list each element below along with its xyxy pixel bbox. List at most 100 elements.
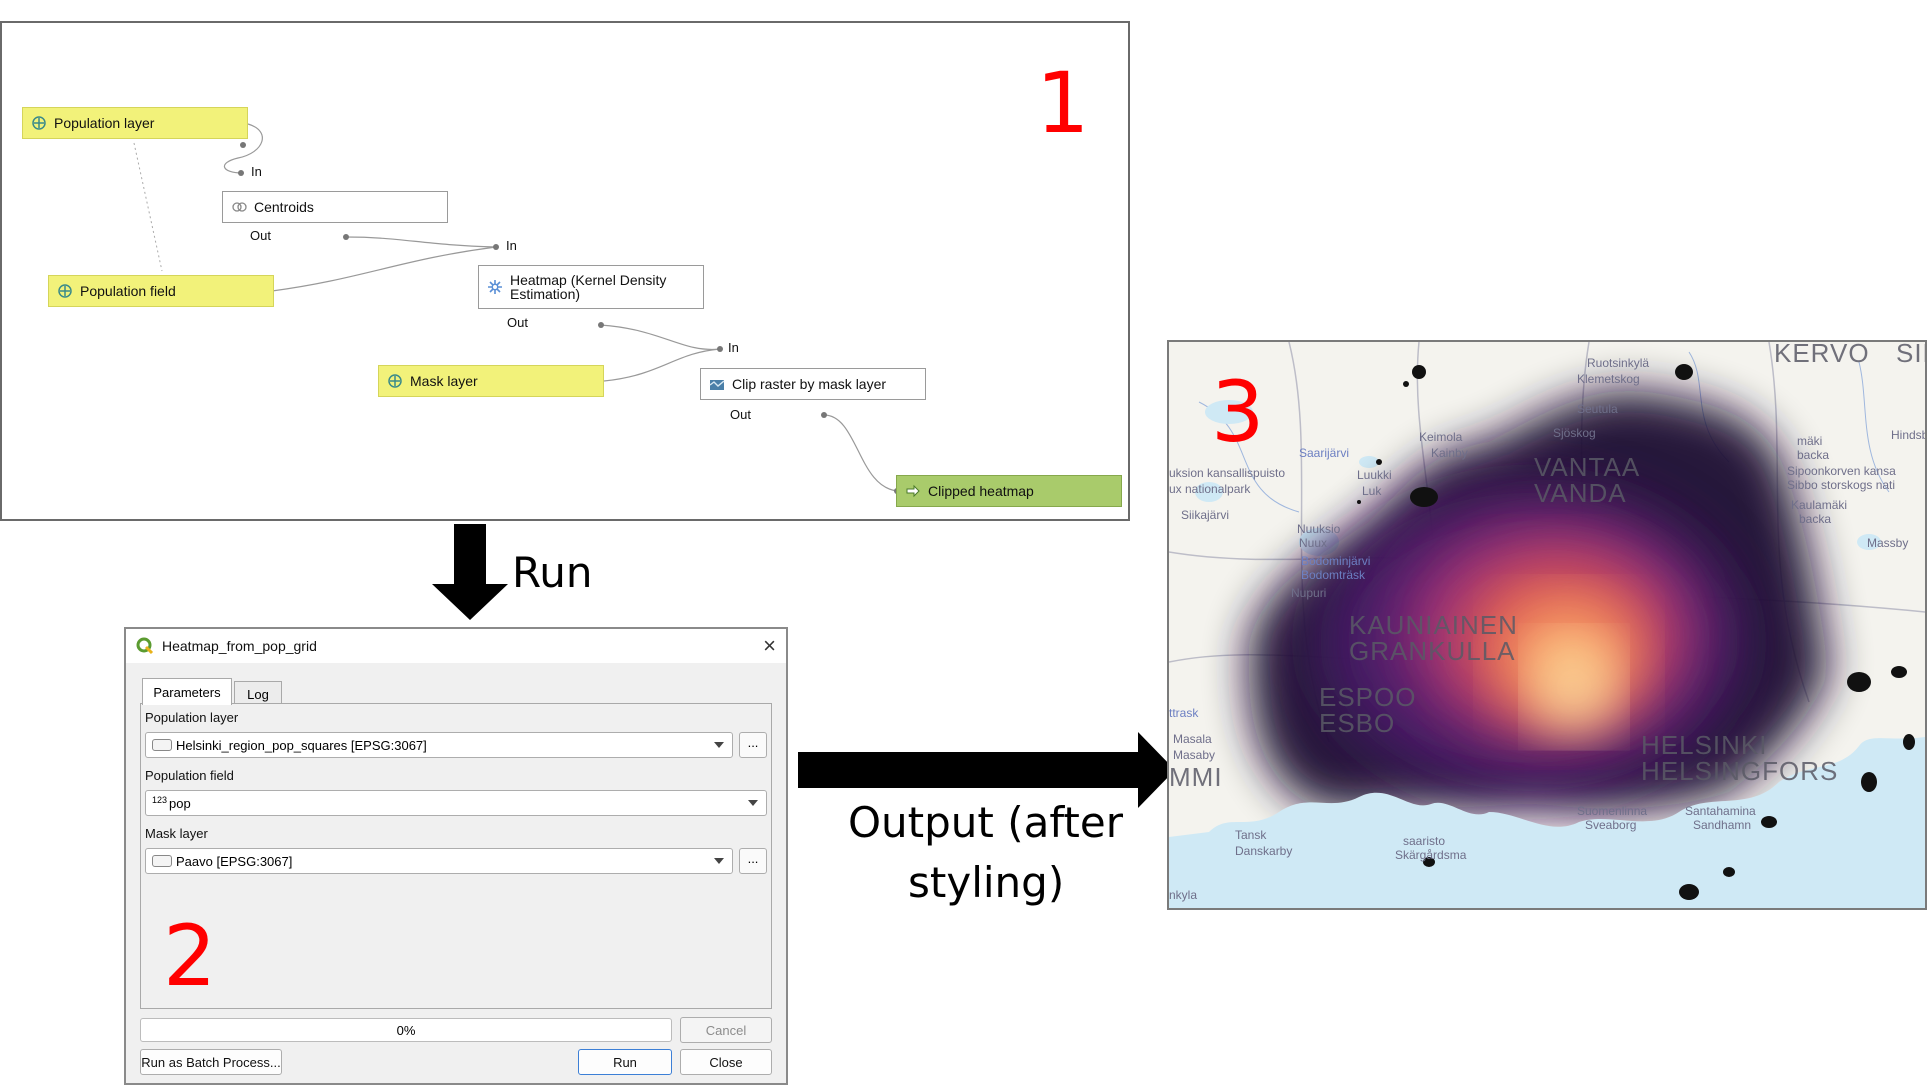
population-layer-combo[interactable]: Helsinki_region_pop_squares [EPSG:3067] [145, 732, 733, 758]
node-label: Mask layer [410, 373, 478, 389]
node-label: Clip raster by mask layer [732, 376, 887, 392]
heatmap-in-port: In [506, 238, 517, 253]
map-label: SIP [1896, 340, 1925, 368]
map-label: Seutula [1577, 402, 1618, 416]
map-label: Massby [1867, 536, 1909, 550]
map-label: Saarijärvi [1299, 446, 1350, 460]
panel-number: 2 [163, 907, 217, 1005]
map-label: VANDA [1534, 478, 1627, 508]
map-label: ttrask [1169, 706, 1199, 720]
browse-button[interactable]: ... [739, 848, 767, 874]
map-label: Hindsby [1891, 428, 1925, 442]
browse-button[interactable]: ... [739, 732, 767, 758]
population-field-combo[interactable]: 123 pop [145, 790, 767, 816]
processing-dialog: Heatmap_from_pop_grid × Parameters Log P… [124, 627, 788, 1085]
model-designer-panel: Population layer In Centroids Out Popula… [0, 21, 1130, 521]
cancel-button[interactable]: Cancel [680, 1017, 772, 1043]
centroids-out-port: Out [250, 228, 271, 243]
combo-value: Paavo [EPSG:3067] [176, 853, 293, 869]
map-label: Ruotsinkylä [1587, 356, 1650, 370]
map-label: nkyla [1169, 888, 1198, 902]
map-label: Masala [1173, 732, 1212, 746]
heatmap-out-port: Out [507, 315, 528, 330]
population-field-node[interactable]: Population field [48, 275, 274, 307]
map-label: uksion kansallispuisto [1169, 466, 1286, 480]
map-label: Siikajärvi [1181, 508, 1230, 522]
output-arrow-icon [905, 483, 921, 499]
heatmap-node[interactable]: Heatmap (Kernel Density Estimation) [478, 265, 704, 309]
polygon-layer-icon [152, 739, 172, 751]
heatmap-map: KERVO SIP Ruotsinkylä Klemetskog Seutula… [1167, 340, 1927, 910]
panel-number: 3 [1211, 363, 1265, 461]
input-parameter-icon [57, 283, 73, 299]
centroids-icon [231, 199, 247, 215]
map-label: saaristo [1403, 834, 1446, 848]
map-label: MMI [1169, 762, 1223, 792]
map-label: Sjöskog [1553, 426, 1596, 440]
combo-value: pop [169, 795, 191, 811]
qgis-logo-icon [136, 637, 154, 655]
map-label: Klemetskog [1577, 372, 1640, 386]
port-dot [240, 142, 246, 148]
map-label: Sandhamn [1693, 818, 1752, 832]
map-label: Sipoonkorven kansa [1787, 464, 1896, 478]
clip-out-port: Out [730, 407, 751, 422]
centroids-in-port: In [251, 164, 262, 179]
map-label: Santahamina [1685, 804, 1756, 818]
clipped-heatmap-node[interactable]: Clipped heatmap [896, 475, 1122, 507]
parameters-pane: Population layer Helsinki_region_pop_squ… [140, 703, 772, 1009]
run-button[interactable]: Run [578, 1049, 672, 1075]
mask-layer-node[interactable]: Mask layer [378, 365, 604, 397]
output-label-line1: Output (after [848, 798, 1123, 847]
map-canvas [1169, 342, 1925, 908]
map-label: Nuuksio [1297, 522, 1341, 536]
clip-raster-node[interactable]: Clip raster by mask layer [700, 368, 926, 400]
map-label: Luk [1362, 484, 1382, 498]
port-dot [717, 346, 723, 352]
map-label: Danskarby [1235, 844, 1293, 858]
chevron-down-icon [714, 858, 724, 864]
dialog-title-bar: Heatmap_from_pop_grid × [126, 629, 786, 663]
map-label: backa [1797, 448, 1830, 462]
dialog-title: Heatmap_from_pop_grid [162, 638, 317, 654]
chevron-down-icon [714, 742, 724, 748]
panel-number: 1 [1036, 54, 1090, 152]
map-label: Sveaborg [1585, 818, 1637, 832]
clip-raster-icon [709, 376, 725, 392]
input-parameter-icon [387, 373, 403, 389]
map-label: ESBO [1319, 708, 1396, 738]
tab-parameters[interactable]: Parameters [142, 678, 232, 705]
map-label: Skärgårdsma [1395, 848, 1467, 862]
map-label: Luukki [1357, 468, 1392, 482]
population-layer-node[interactable]: Population layer [22, 107, 248, 139]
close-icon[interactable]: × [763, 633, 776, 659]
map-label: mäki [1797, 434, 1823, 448]
map-label: Nupuri [1291, 586, 1327, 600]
input-parameter-icon [31, 115, 47, 131]
progress-bar: 0% [140, 1018, 672, 1042]
map-label: Sibbo storskogs nati [1787, 478, 1896, 492]
mask-layer-label: Mask layer [145, 826, 208, 841]
polygon-layer-icon [152, 855, 172, 867]
centroids-node[interactable]: Centroids [222, 191, 448, 223]
node-label: Centroids [254, 199, 314, 215]
node-label: Heatmap (Kernel Density Estimation) [510, 272, 667, 302]
mask-layer-combo[interactable]: Paavo [EPSG:3067] [145, 848, 733, 874]
map-label: Bodomträsk [1301, 568, 1366, 582]
combo-value: Helsinki_region_pop_squares [EPSG:3067] [176, 737, 427, 753]
port-dot [598, 322, 604, 328]
map-label: GRANKULLA [1349, 636, 1516, 666]
progress-text: 0% [396, 1022, 416, 1038]
run-batch-button[interactable]: Run as Batch Process... [140, 1049, 282, 1075]
output-label-line2: styling) [908, 858, 1065, 907]
close-button[interactable]: Close [680, 1049, 772, 1075]
map-label: Suomenlinna [1577, 804, 1648, 818]
map-label: KERVO [1774, 340, 1870, 368]
node-label: Population layer [54, 115, 155, 131]
map-label: Kaulamäki [1791, 498, 1848, 512]
population-field-label: Population field [145, 768, 234, 783]
map-label: Masaby [1173, 748, 1216, 762]
map-label: Kainby [1431, 446, 1468, 460]
down-arrow [432, 524, 508, 620]
map-label: Bodominjärvi [1301, 554, 1371, 568]
